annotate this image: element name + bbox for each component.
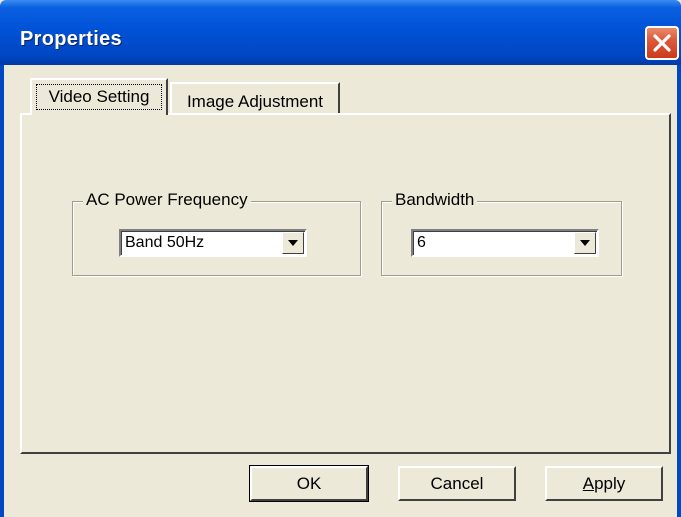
ac-power-frequency-dropdown-button[interactable] (282, 232, 304, 254)
apply-label-rest: pply (594, 474, 626, 493)
apply-accelerator: A (582, 474, 595, 493)
tab-label: Video Setting (48, 87, 150, 106)
window-title: Properties (20, 28, 122, 50)
ac-power-frequency-group: AC Power Frequency Band 50Hz (72, 190, 361, 276)
tab-label: Image Adjustment (186, 92, 324, 111)
bandwidth-value: 6 (417, 234, 426, 251)
bandwidth-dropdown-button[interactable] (574, 232, 596, 254)
bandwidth-group: Bandwidth 6 (381, 190, 622, 276)
close-button[interactable] (645, 26, 679, 60)
tab-video-setting[interactable]: Video Setting (30, 78, 168, 115)
chevron-down-icon (580, 240, 590, 246)
ac-power-frequency-label: AC Power Frequency (83, 190, 251, 210)
window-frame-left (0, 65, 4, 517)
tab-image-adjustment[interactable]: Image Adjustment (170, 82, 340, 115)
close-icon (653, 34, 671, 52)
bandwidth-label: Bandwidth (392, 190, 478, 210)
tab-panel-video-setting: AC Power Frequency Band 50Hz Bandwidth 6 (20, 113, 671, 454)
chevron-down-icon (288, 240, 298, 246)
ac-power-frequency-value: Band 50Hz (125, 234, 205, 251)
ac-power-frequency-select[interactable]: Band 50Hz (119, 229, 307, 257)
bandwidth-select[interactable]: 6 (411, 229, 599, 257)
apply-button[interactable]: Apply (545, 466, 663, 501)
window-frame-right (677, 65, 681, 517)
ok-button[interactable]: OK (249, 465, 369, 502)
cancel-button[interactable]: Cancel (398, 466, 516, 501)
title-bar[interactable]: Properties (0, 0, 681, 65)
